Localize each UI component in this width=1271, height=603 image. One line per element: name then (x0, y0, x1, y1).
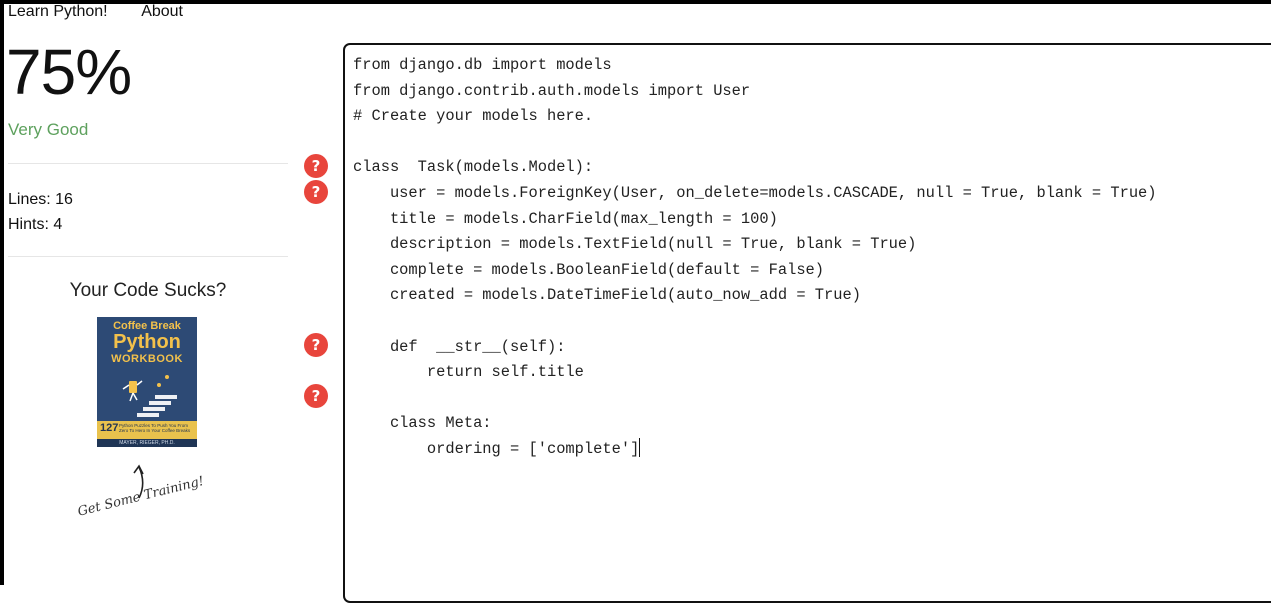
nav-link-about[interactable]: About (141, 3, 183, 20)
code-text[interactable]: from django.db import models from django… (353, 53, 1157, 463)
question-icon: ? (311, 183, 321, 201)
book-cover[interactable]: Coffee Break Python WORKBOOK 127 Python … (97, 317, 197, 447)
score-rating: Very Good (8, 120, 89, 139)
puzzle-stats: Lines: 16 Hints: 4 (8, 187, 73, 237)
top-nav: Learn Python! About (8, 2, 213, 22)
book-author: MAYER, RIEGER, PH.D. (119, 440, 175, 446)
question-icon: ? (311, 336, 321, 354)
question-icon: ? (311, 157, 321, 175)
text-cursor (639, 437, 641, 457)
book-title-line-3: WORKBOOK (111, 353, 183, 365)
code-content: from django.db import models from django… (353, 56, 1157, 458)
lines-count: Lines: 16 (8, 191, 73, 208)
nav-link-learn-python[interactable]: Learn Python! (8, 3, 108, 20)
divider (8, 256, 288, 257)
hint-button[interactable]: ? (304, 154, 328, 178)
stairs-illustration-icon (122, 375, 177, 417)
code-editor[interactable]: from django.db import models from django… (343, 43, 1271, 603)
book-number: 127 (100, 422, 119, 434)
score-percentage: 75% (6, 36, 132, 108)
book-subtitle: Python Puzzles To Push You From Zero To … (119, 423, 191, 433)
book-title-line-2: Python (113, 331, 181, 353)
hint-button[interactable]: ? (304, 333, 328, 357)
divider (8, 163, 288, 164)
promo-title: Your Code Sucks? (69, 280, 227, 301)
hint-button[interactable]: ? (304, 180, 328, 204)
hint-button[interactable]: ? (304, 384, 328, 408)
question-icon: ? (311, 387, 321, 405)
hints-count: Hints: 4 (8, 216, 63, 233)
